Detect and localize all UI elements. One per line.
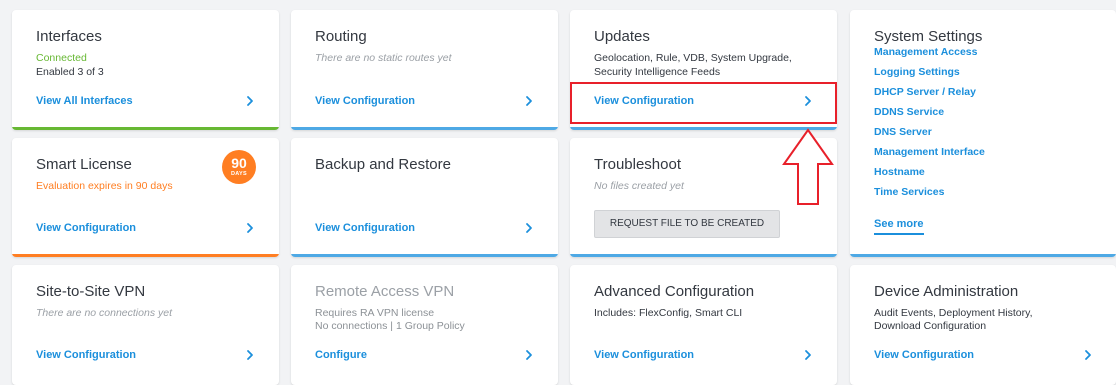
badge-number: 90 bbox=[231, 155, 247, 171]
settings-item-time-services[interactable]: Time Services bbox=[874, 186, 944, 198]
backup-restore-status-bar bbox=[291, 254, 558, 257]
settings-item-hostname[interactable]: Hostname bbox=[874, 166, 925, 178]
troubleshoot-note: No files created yet bbox=[594, 180, 684, 192]
interfaces-title: Interfaces bbox=[36, 28, 102, 45]
device-administration-card: Device Administration Audit Events, Depl… bbox=[850, 265, 1116, 385]
backup-restore-title: Backup and Restore bbox=[315, 156, 451, 173]
arrow-up-icon bbox=[782, 128, 834, 205]
see-more-link[interactable]: See more bbox=[874, 218, 924, 235]
routing-title: Routing bbox=[315, 28, 367, 45]
updates-desc-line2: Security Intelligence Feeds bbox=[594, 66, 721, 78]
advanced-configuration-card: Advanced Configuration Includes: FlexCon… bbox=[570, 265, 837, 385]
chevron-right-icon[interactable] bbox=[523, 95, 535, 107]
interfaces-card: Interfaces Connected Enabled 3 of 3 View… bbox=[12, 10, 279, 130]
settings-item-dhcp-server[interactable]: DHCP Server / Relay bbox=[874, 86, 976, 98]
view-all-interfaces-link[interactable]: View All Interfaces bbox=[36, 95, 133, 107]
updates-desc-line1: Geolocation, Rule, VDB, System Upgrade, bbox=[594, 52, 792, 64]
request-file-button[interactable]: REQUEST FILE TO BE CREATED bbox=[594, 210, 780, 238]
remote-access-vpn-card: Remote Access VPN Requires RA VPN licens… bbox=[291, 265, 558, 385]
advanced-configuration-desc: Includes: FlexConfig, Smart CLI bbox=[594, 307, 743, 319]
system-settings-title: System Settings bbox=[874, 28, 983, 45]
chevron-right-icon[interactable] bbox=[244, 222, 256, 234]
smart-license-card: Smart License Evaluation expires in 90 d… bbox=[12, 138, 279, 257]
routing-status-bar bbox=[291, 127, 558, 130]
updates-title: Updates bbox=[594, 28, 650, 45]
settings-item-ddns-service[interactable]: DDNS Service bbox=[874, 106, 944, 118]
system-settings-card: System Settings Management Access Loggin… bbox=[850, 10, 1116, 257]
site-to-site-vpn-card: Site-to-Site VPN There are no connection… bbox=[12, 265, 279, 385]
chevron-right-icon[interactable] bbox=[523, 349, 535, 361]
settings-item-management-access[interactable]: Management Access bbox=[874, 46, 978, 58]
advanced-view-configuration-link[interactable]: View Configuration bbox=[594, 349, 694, 361]
chevron-right-icon[interactable] bbox=[802, 349, 814, 361]
days-remaining-badge: 90 DAYS bbox=[222, 150, 256, 184]
smart-license-note: Evaluation expires in 90 days bbox=[36, 180, 173, 192]
interfaces-enabled-count: Enabled 3 of 3 bbox=[36, 66, 104, 78]
smart-license-status-bar bbox=[12, 254, 279, 257]
settings-item-dns-server[interactable]: DNS Server bbox=[874, 126, 932, 138]
settings-item-logging-settings[interactable]: Logging Settings bbox=[874, 66, 960, 78]
routing-note: There are no static routes yet bbox=[315, 52, 452, 64]
remote-access-license-note: Requires RA VPN license bbox=[315, 307, 435, 319]
backup-restore-card: Backup and Restore View Configuration bbox=[291, 138, 558, 257]
remote-access-connections-note: No connections | 1 Group Policy bbox=[315, 320, 465, 332]
interfaces-status-bar bbox=[12, 127, 279, 130]
device-admin-view-configuration-link[interactable]: View Configuration bbox=[874, 349, 974, 361]
routing-card: Routing There are no static routes yet V… bbox=[291, 10, 558, 130]
chevron-right-icon[interactable] bbox=[523, 222, 535, 234]
site-to-site-vpn-title: Site-to-Site VPN bbox=[36, 283, 146, 300]
chevron-right-icon[interactable] bbox=[1082, 349, 1094, 361]
troubleshoot-status-bar bbox=[570, 254, 837, 257]
advanced-configuration-title: Advanced Configuration bbox=[594, 283, 755, 300]
system-settings-status-bar bbox=[850, 254, 1116, 257]
remote-access-vpn-title: Remote Access VPN bbox=[315, 283, 455, 300]
site-to-site-view-configuration-link[interactable]: View Configuration bbox=[36, 349, 136, 361]
backup-restore-view-configuration-link[interactable]: View Configuration bbox=[315, 222, 415, 234]
device-admin-desc-line1: Audit Events, Deployment History, bbox=[874, 307, 1033, 319]
remote-access-configure-link[interactable]: Configure bbox=[315, 349, 367, 361]
smart-license-title: Smart License bbox=[36, 156, 132, 173]
routing-view-configuration-link[interactable]: View Configuration bbox=[315, 95, 415, 107]
chevron-right-icon[interactable] bbox=[244, 349, 256, 361]
device-admin-desc-line2: Download Configuration bbox=[874, 320, 987, 332]
badge-unit: DAYS bbox=[231, 171, 247, 177]
interfaces-status: Connected bbox=[36, 52, 87, 64]
chevron-right-icon[interactable] bbox=[244, 95, 256, 107]
troubleshoot-title: Troubleshoot bbox=[594, 156, 681, 173]
smart-license-view-configuration-link[interactable]: View Configuration bbox=[36, 222, 136, 234]
highlight-box bbox=[570, 82, 837, 124]
site-to-site-note: There are no connections yet bbox=[36, 307, 172, 319]
settings-item-management-interface[interactable]: Management Interface bbox=[874, 146, 985, 158]
device-administration-title: Device Administration bbox=[874, 283, 1019, 300]
